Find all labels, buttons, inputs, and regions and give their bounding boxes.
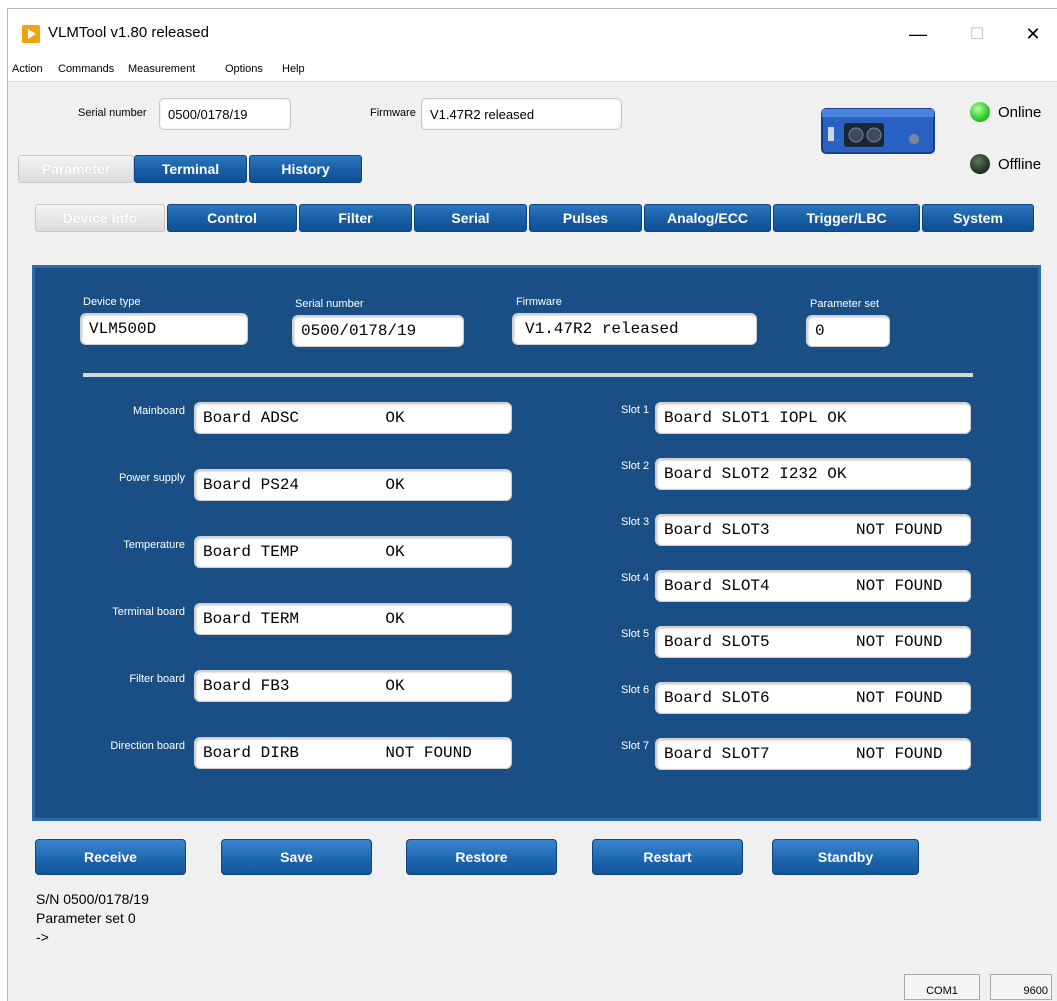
standby-button[interactable]: Standby <box>772 839 919 875</box>
tab-trigger-lbc[interactable]: Trigger/LBC <box>773 204 920 232</box>
slot-label: Slot 3 <box>621 516 650 528</box>
minimize-button[interactable]: — <box>895 19 941 49</box>
slot-status-field: Board SLOT3 NOT FOUND <box>655 514 971 546</box>
tab-system[interactable]: System <box>922 204 1034 232</box>
board-label: Direction board <box>110 740 185 752</box>
header-firmware-label: Firmware <box>370 107 416 119</box>
slot-status-field: Board SLOT1 IOPL OK <box>655 402 971 434</box>
com-port-indicator: COM1 <box>904 974 980 1000</box>
window-title: VLMTool v1.80 released <box>48 24 209 41</box>
tab-control[interactable]: Control <box>167 204 297 232</box>
device-serial-field: 0500/0178/19 <box>292 315 464 347</box>
board-status-field: Board ADSC OK <box>194 402 512 434</box>
device-image <box>814 103 942 159</box>
paramset-label: Parameter set <box>810 298 880 310</box>
board-label: Filter board <box>129 673 185 685</box>
title-bar: VLMTool v1.80 released — ☐ ✕ <box>8 9 1057 59</box>
header-firmware-field: V1.47R2 released <box>421 98 622 130</box>
maximize-button[interactable]: ☐ <box>954 19 1000 49</box>
tab-pulses[interactable]: Pulses <box>529 204 642 232</box>
board-status-field: Board TEMP OK <box>194 536 512 568</box>
board-status-field: Board FB3 OK <box>194 670 512 702</box>
slot-label: Slot 1 <box>621 404 650 416</box>
board-status-field: Board DIRB NOT FOUND <box>194 737 512 769</box>
slot-label: Slot 4 <box>621 572 650 584</box>
menu-help[interactable]: Help <box>282 63 305 75</box>
slot-label: Slot 6 <box>621 684 650 696</box>
tab-device-info[interactable]: Device Info <box>35 204 165 232</box>
app-window: VLMTool v1.80 released — ☐ ✕ Action Comm… <box>7 8 1057 1001</box>
menu-bar: Action Commands Measurement Options Help <box>8 59 1057 82</box>
status-serial: S/N 0500/0178/19 <box>36 891 149 907</box>
board-status-field: Board TERM OK <box>194 603 512 635</box>
header-serial-field: 0500/0178/19 <box>159 98 291 130</box>
tab-terminal[interactable]: Terminal <box>134 155 247 183</box>
device-type-label: Device type <box>83 296 141 308</box>
baud-indicator: 9600 <box>990 974 1052 1000</box>
offline-label: Offline <box>998 156 1042 173</box>
menu-commands[interactable]: Commands <box>58 63 114 75</box>
paramset-field: 0 <box>806 315 890 347</box>
board-label: Terminal board <box>112 606 185 618</box>
menu-options[interactable]: Options <box>225 63 263 75</box>
slot-status-field: Board SLOT7 NOT FOUND <box>655 738 971 770</box>
tab-filter[interactable]: Filter <box>299 204 412 232</box>
header-serial-label: Serial number <box>78 107 147 119</box>
slot-label: Slot 5 <box>621 628 650 640</box>
slot-status-field: Board SLOT4 NOT FOUND <box>655 570 971 602</box>
tab-serial[interactable]: Serial <box>414 204 527 232</box>
online-led-icon <box>970 102 990 122</box>
slot-status-field: Board SLOT2 I232 OK <box>655 458 971 490</box>
menu-measurement[interactable]: Measurement <box>128 63 195 75</box>
receive-button[interactable]: Receive <box>35 839 186 875</box>
device-type-field: VLM500D <box>80 313 248 345</box>
board-status-field: Board PS24 OK <box>194 469 512 501</box>
offline-led-icon <box>970 154 990 174</box>
device-firmware-field: V1.47R2 released <box>512 313 757 345</box>
board-label: Mainboard <box>133 405 185 417</box>
app-logo-icon <box>22 25 40 43</box>
slot-label: Slot 7 <box>621 740 650 752</box>
status-paramset: Parameter set 0 <box>36 910 136 926</box>
slot-status-field: Board SLOT6 NOT FOUND <box>655 682 971 714</box>
restore-button[interactable]: Restore <box>406 839 557 875</box>
tab-history[interactable]: History <box>249 155 362 183</box>
menu-action[interactable]: Action <box>12 63 43 75</box>
slot-status-field: Board SLOT5 NOT FOUND <box>655 626 971 658</box>
save-button[interactable]: Save <box>221 839 372 875</box>
board-label: Power supply <box>118 472 185 484</box>
tab-parameter[interactable]: Parameter <box>18 155 134 183</box>
device-info-panel: Device type VLM500D Serial number 0500/0… <box>32 265 1041 821</box>
online-label: Online <box>998 104 1042 121</box>
device-serial-label: Serial number <box>295 298 364 310</box>
tab-analog-ecc[interactable]: Analog/ECC <box>644 204 771 232</box>
panel-divider <box>83 373 973 377</box>
close-button[interactable]: ✕ <box>1010 19 1056 49</box>
restart-button[interactable]: Restart <box>592 839 743 875</box>
status-prompt: -> <box>36 929 49 945</box>
slot-label: Slot 2 <box>621 460 650 472</box>
device-firmware-label: Firmware <box>516 296 562 308</box>
board-label: Temperature <box>123 539 185 551</box>
